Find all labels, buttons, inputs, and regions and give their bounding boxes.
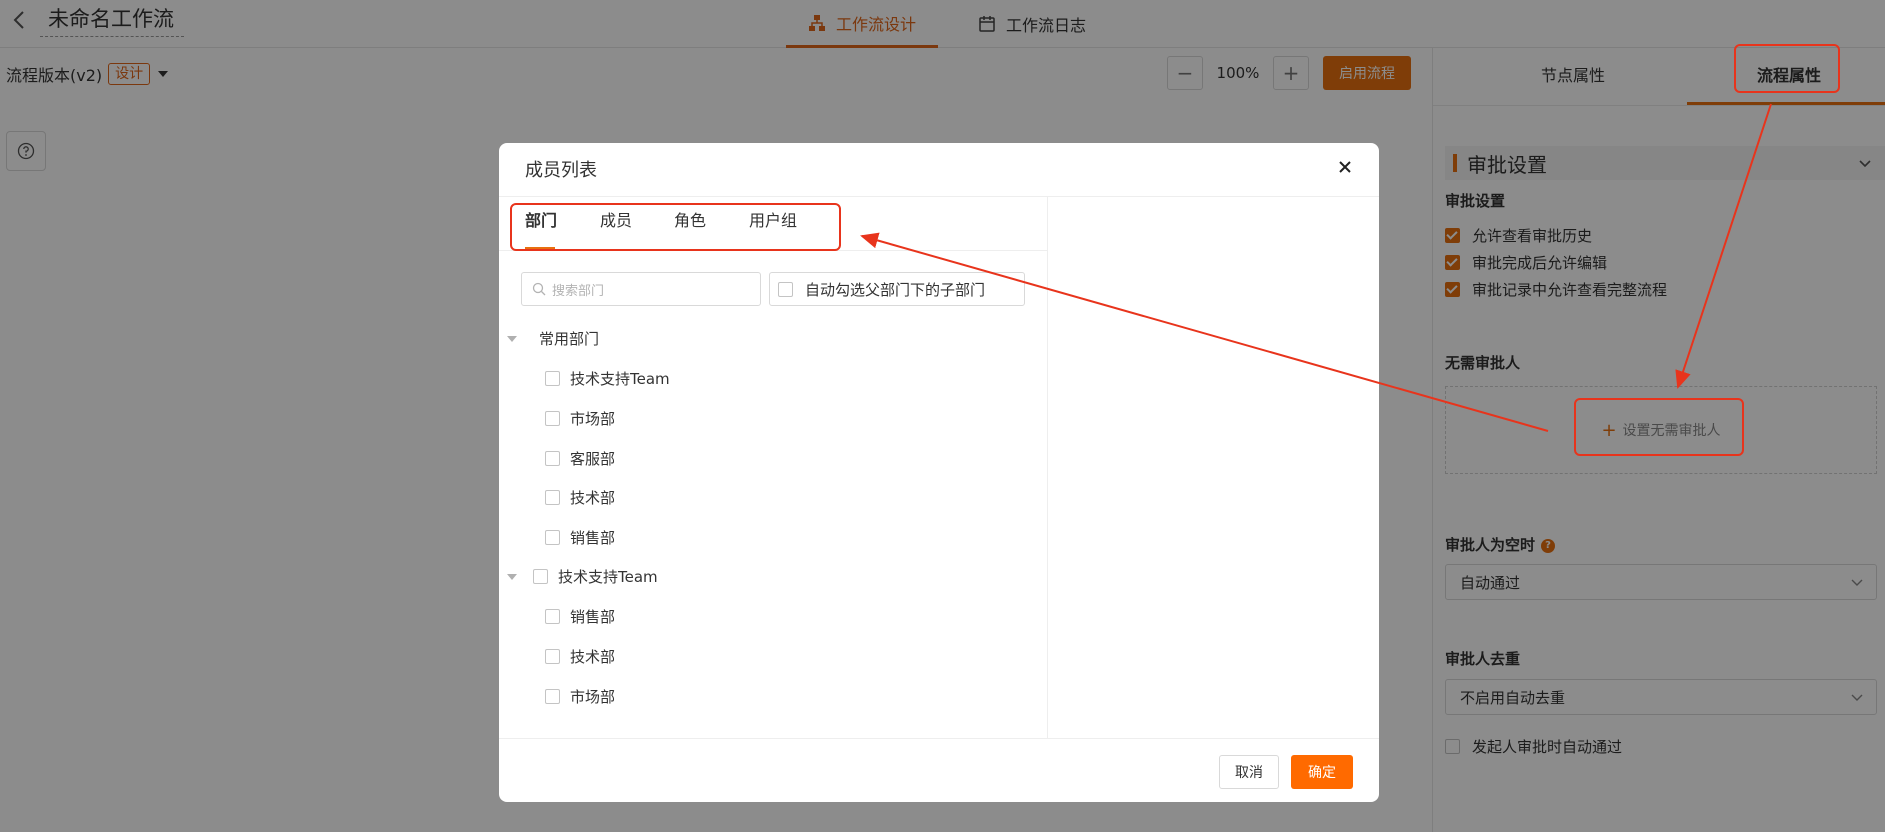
tree-item[interactable]: 客服部 xyxy=(545,448,615,469)
checkbox-unchecked[interactable] xyxy=(545,689,560,704)
item-label: 销售部 xyxy=(570,608,616,626)
annotation-box-flow-tab xyxy=(1734,44,1840,93)
item-label: 市场部 xyxy=(570,410,616,428)
checkbox-unchecked[interactable] xyxy=(545,649,560,664)
search-icon xyxy=(532,282,546,296)
tree-item[interactable]: 市场部 xyxy=(545,408,615,429)
confirm-button[interactable]: 确定 xyxy=(1291,755,1353,789)
item-label: 技术部 xyxy=(570,648,616,666)
checkbox-unchecked[interactable] xyxy=(533,569,548,584)
tree-item[interactable]: 技术部 xyxy=(545,487,615,508)
item-label: 市场部 xyxy=(570,688,616,706)
modal-footer-divider xyxy=(499,738,1379,739)
expand-triangle-icon[interactable] xyxy=(507,335,517,342)
checkbox-unchecked[interactable] xyxy=(545,411,560,426)
tree-item[interactable]: 市场部 xyxy=(545,686,615,707)
modal-title: 成员列表 xyxy=(525,160,597,181)
group-label: 常用部门 xyxy=(539,330,600,348)
checkbox-unchecked[interactable] xyxy=(545,609,560,624)
checkbox-unchecked[interactable] xyxy=(545,490,560,505)
group-label: 技术支持Team xyxy=(558,568,658,586)
annotation-box-modal-tabs xyxy=(510,203,841,251)
close-icon[interactable] xyxy=(1337,159,1353,175)
department-picker: 部门 成员 角色 用户组 搜索部门 自动勾选父部门下的子部门 常用部门 技术支持… xyxy=(499,197,1048,738)
search-placeholder: 搜索部门 xyxy=(552,283,605,299)
item-label: 客服部 xyxy=(570,450,616,468)
tree-item[interactable]: 技术支持Team xyxy=(545,368,670,389)
tree-item[interactable]: 销售部 xyxy=(545,606,615,627)
item-label: 技术部 xyxy=(570,489,616,507)
annotation-box-no-approver xyxy=(1574,398,1744,456)
checkbox-unchecked[interactable] xyxy=(545,371,560,386)
checkbox-unchecked[interactable] xyxy=(545,451,560,466)
expand-triangle-icon[interactable] xyxy=(507,573,517,580)
tree-item[interactable]: 销售部 xyxy=(545,527,615,548)
tree-item[interactable]: 技术部 xyxy=(545,646,615,667)
item-label: 技术支持Team xyxy=(570,370,670,388)
checkbox-unchecked[interactable] xyxy=(778,281,793,297)
checkbox-unchecked[interactable] xyxy=(545,530,560,545)
cancel-button[interactable]: 取消 xyxy=(1219,755,1279,789)
item-label: 销售部 xyxy=(570,529,616,547)
tree-group-tech-support[interactable]: 技术支持Team xyxy=(507,566,658,587)
tree-group-common[interactable]: 常用部门 xyxy=(507,328,599,349)
auto-check-children-option[interactable]: 自动勾选父部门下的子部门 xyxy=(769,272,1025,306)
department-search-input[interactable]: 搜索部门 xyxy=(521,272,761,306)
auto-check-label: 自动勾选父部门下的子部门 xyxy=(805,280,986,299)
